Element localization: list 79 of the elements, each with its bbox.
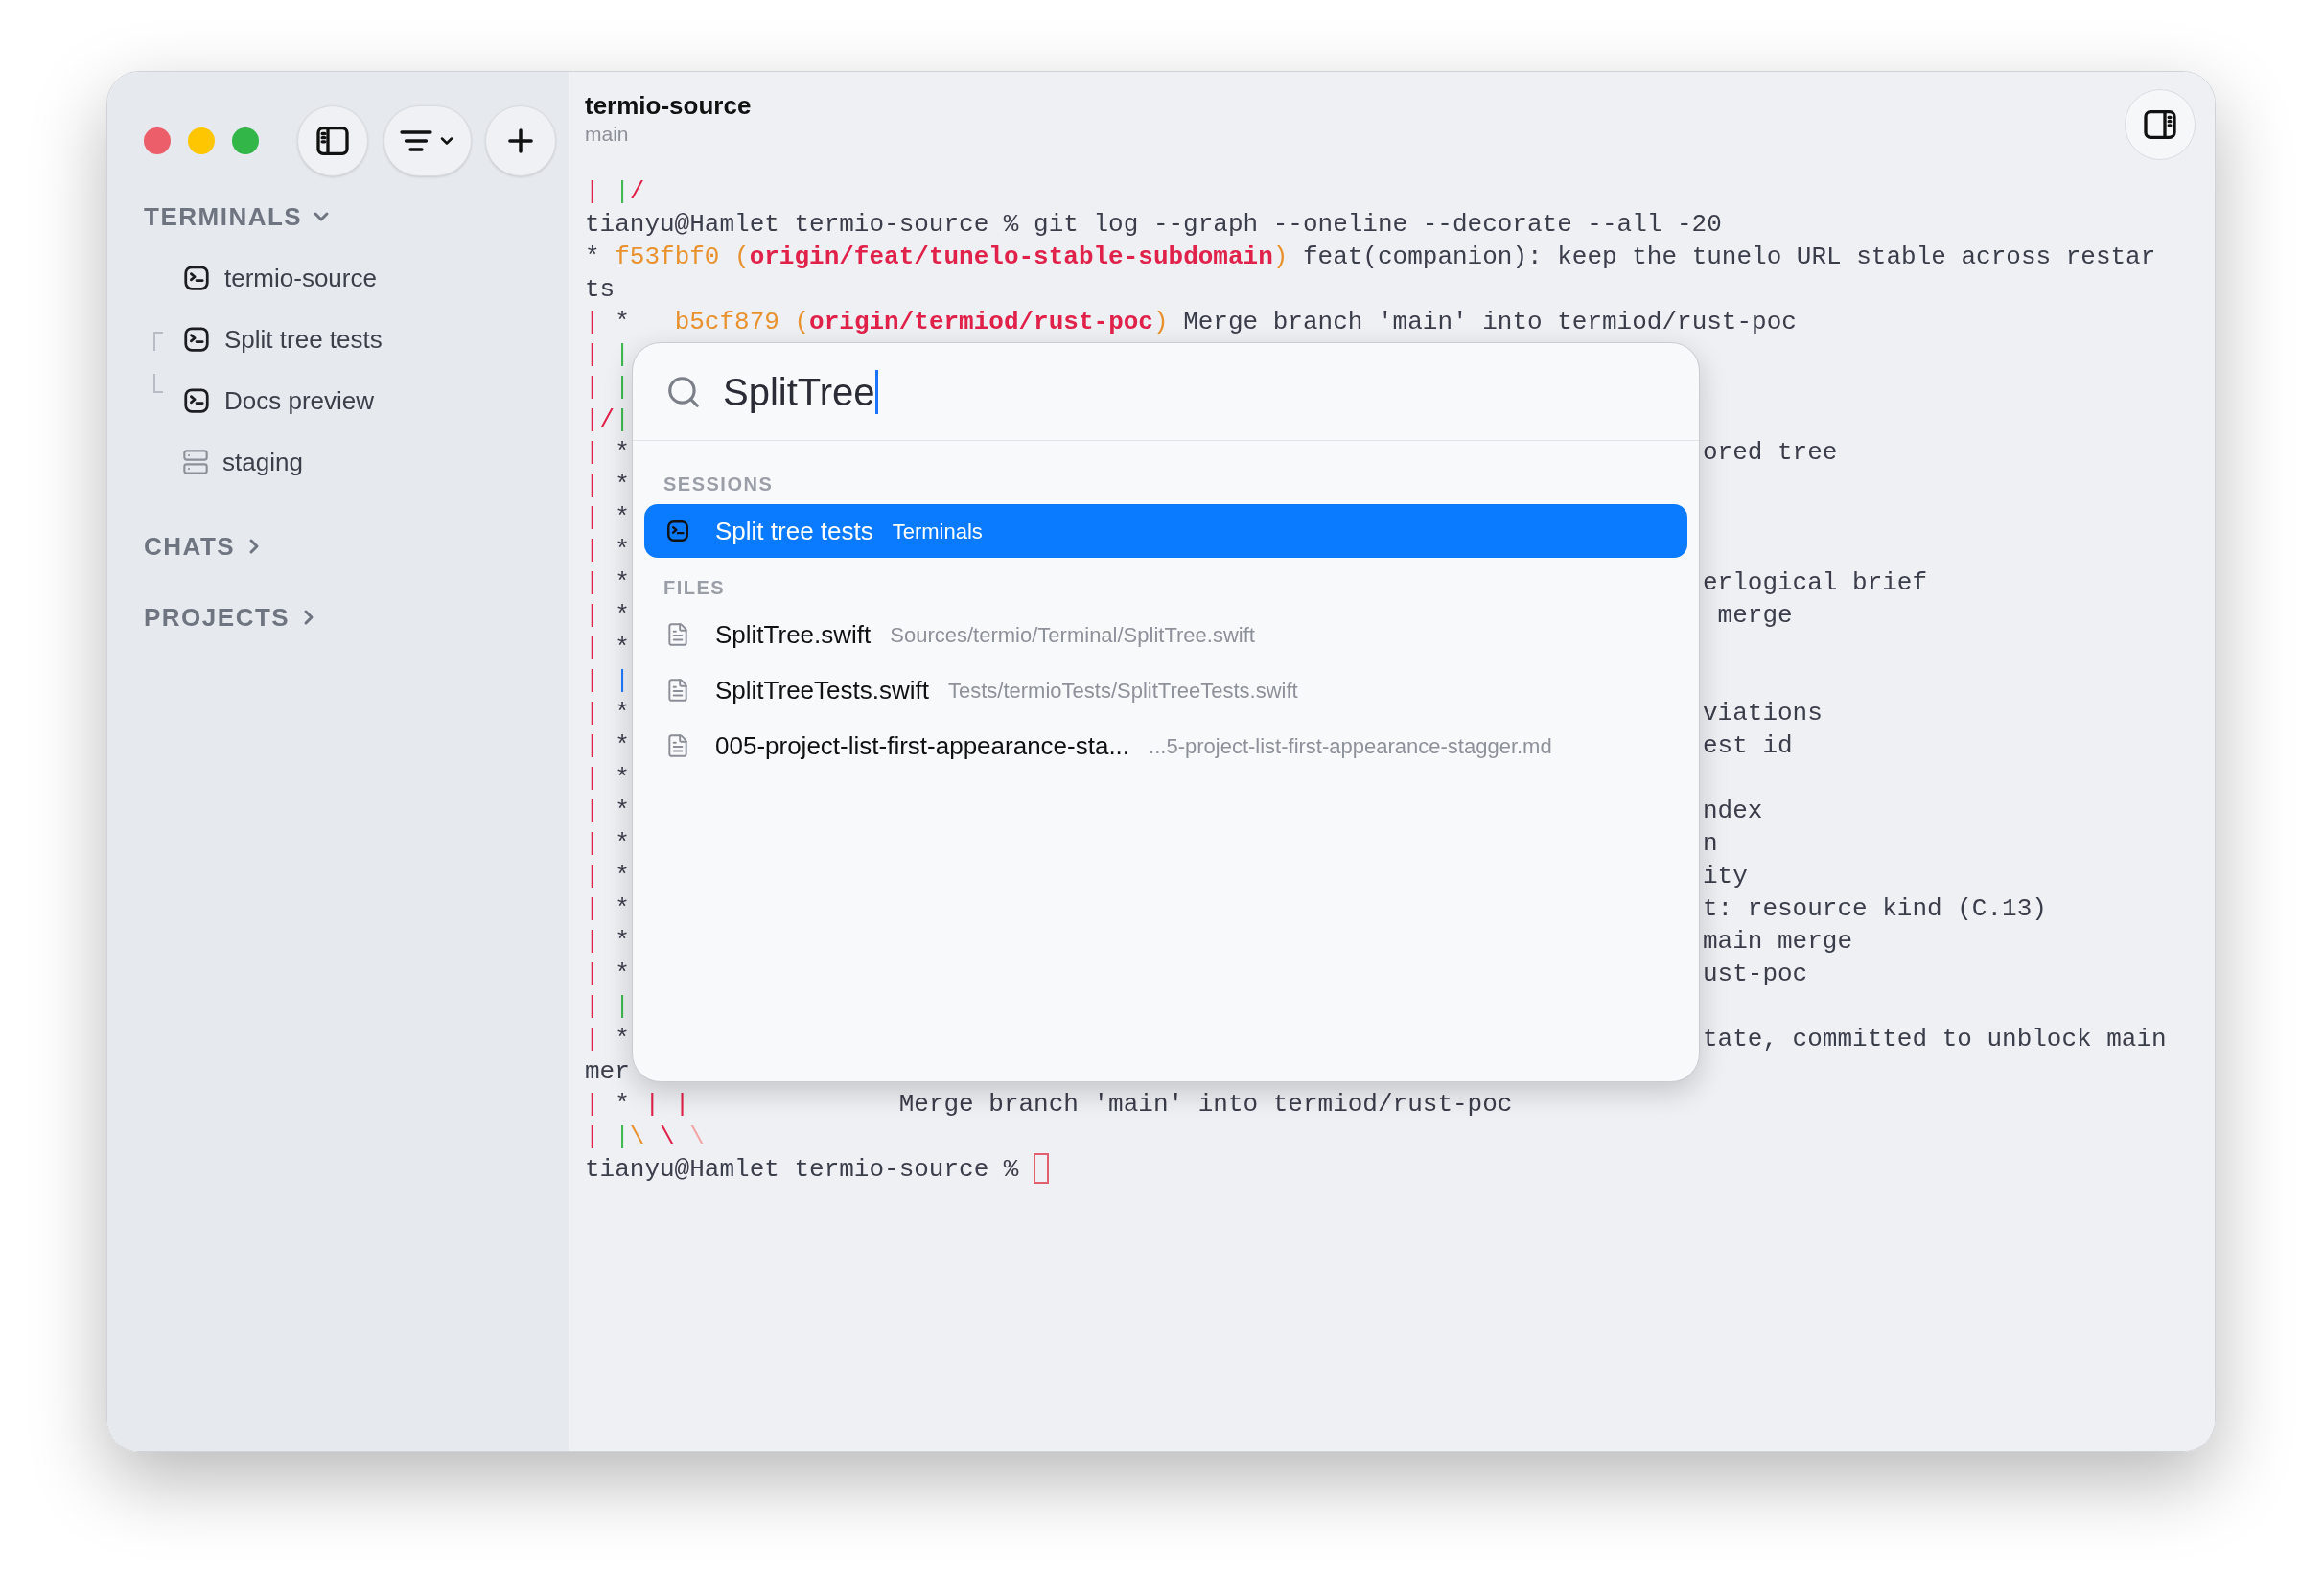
terminal-line: ts xyxy=(585,274,616,306)
result-title: SplitTree.swift xyxy=(715,618,872,651)
filter-button[interactable] xyxy=(383,105,472,176)
terminal-line: tianyu@Hamlet termio-source % xyxy=(585,1154,1020,1186)
result-title: Split tree tests xyxy=(715,515,873,547)
terminal-line: | * xyxy=(585,437,630,469)
terminal-line: | * xyxy=(585,893,630,925)
terminal-line: | * b5cf879 (origin/termiod/rust-poc) Merge branch 'main' into termiod/rust-poc xyxy=(585,307,1797,338)
result-detail: ...5-project-list-first-appearance-stagger.md xyxy=(1149,732,1552,760)
file-icon xyxy=(665,733,690,758)
terminal-line: | * | | Merge branch 'main' into termiod/rust-poc xyxy=(585,1089,1513,1121)
terminal-line: | * xyxy=(585,796,630,827)
terminal-line: mer xyxy=(585,1056,630,1088)
close-window-button[interactable] xyxy=(144,127,171,154)
result-title: 005-project-list-first-appearance-sta... xyxy=(715,729,1130,762)
terminal-icon xyxy=(665,519,690,543)
terminal-line: | * xyxy=(585,502,630,534)
terminal-line: | | xyxy=(585,339,630,371)
terminal-line: t: resource kind (C.13) xyxy=(1703,893,2047,925)
terminal-line: | * xyxy=(585,698,630,729)
terminal-line: viations xyxy=(1703,698,1823,729)
result-row[interactable]: 005-project-list-first-appearance-sta... ...5-project-list-first-appearance-stagger.md xyxy=(644,719,1687,773)
terminal-line: | * xyxy=(585,567,630,599)
terminal-line: | * xyxy=(585,1024,630,1055)
terminal-line: tianyu@Hamlet termio-source % git log --graph --oneline --decorate --all -20 xyxy=(585,209,1722,241)
add-button[interactable] xyxy=(485,105,556,176)
section-header[interactable]: CHATS xyxy=(144,529,267,564)
section-header[interactable]: TERMINALS xyxy=(144,199,334,234)
terminal-line: | * xyxy=(585,861,630,892)
terminal-line: | * xyxy=(585,763,630,795)
terminal-line: | * xyxy=(585,926,630,958)
terminal-line: merge xyxy=(1716,600,1793,632)
result-title: SplitTreeTests.swift xyxy=(715,674,929,706)
terminal-line: * f53fbf0 (origin/feat/tunelo-stable-subdomain) feat(companion): keep the tunelo URL stable across restar xyxy=(585,242,2156,273)
terminal-line: | * xyxy=(585,535,630,566)
terminal-line: | * xyxy=(585,470,630,501)
terminal-line: ity xyxy=(1703,861,1748,892)
result-detail: Tests/termioTests/SplitTreeTests.swift xyxy=(948,677,1298,705)
file-icon xyxy=(665,622,690,647)
server-icon xyxy=(182,449,209,475)
terminal-line: | * xyxy=(585,959,630,990)
terminal-line: | |\ \ \ xyxy=(585,1121,705,1153)
terminal-line: ust-poc xyxy=(1703,959,1808,990)
terminal-line: | * xyxy=(585,600,630,632)
terminal-line: ored tree xyxy=(1703,437,1838,469)
result-row[interactable]: Split tree tests Terminals xyxy=(644,504,1687,558)
terminal-line: ndex xyxy=(1703,796,1763,827)
terminal-line: | |/ xyxy=(585,176,645,208)
terminal-line: | | xyxy=(585,372,630,404)
group-label: SESSIONS xyxy=(663,473,774,497)
terminal-line: | | xyxy=(585,665,630,697)
file-icon xyxy=(665,678,690,703)
search-field[interactable]: SplitTree xyxy=(633,343,1699,441)
terminal-line: tate, committed to unblock main xyxy=(1703,1024,2167,1055)
terminal-line: | | xyxy=(585,991,630,1023)
terminal-line: | * xyxy=(585,633,630,664)
result-row[interactable]: SplitTreeTests.swift Tests/termioTests/SplitTreeTests.swift xyxy=(644,663,1687,717)
session-item[interactable]: termio-source xyxy=(224,259,377,297)
terminal-line: erlogical brief xyxy=(1703,567,1928,599)
section-header[interactable]: PROJECTS xyxy=(144,600,321,635)
session-item[interactable]: staging xyxy=(222,443,303,481)
result-detail: Sources/termio/Terminal/SplitTree.swift xyxy=(890,621,1255,649)
terminal-line: n xyxy=(1703,828,1718,860)
session-title: termio-source xyxy=(585,90,752,122)
terminal-line: | * xyxy=(585,828,630,860)
session-item[interactable]: Split tree tests xyxy=(224,320,383,358)
terminal-line: |/| xyxy=(585,405,630,436)
terminal-line: est id xyxy=(1703,730,1793,762)
result-detail: Terminals xyxy=(892,518,983,545)
terminal-line: | * xyxy=(585,730,630,762)
terminal-line: main merge xyxy=(1703,926,1853,958)
result-row[interactable]: SplitTree.swift Sources/termio/Terminal/SplitTree.swift xyxy=(644,608,1687,661)
session-item[interactable]: Docs preview xyxy=(224,381,375,420)
terminal-icon xyxy=(182,325,211,354)
branch-name: main xyxy=(585,122,630,147)
terminal-icon xyxy=(182,264,211,292)
terminal-icon xyxy=(182,386,211,415)
group-label: FILES xyxy=(663,576,726,600)
sidebar-toggle-button[interactable] xyxy=(297,105,368,176)
